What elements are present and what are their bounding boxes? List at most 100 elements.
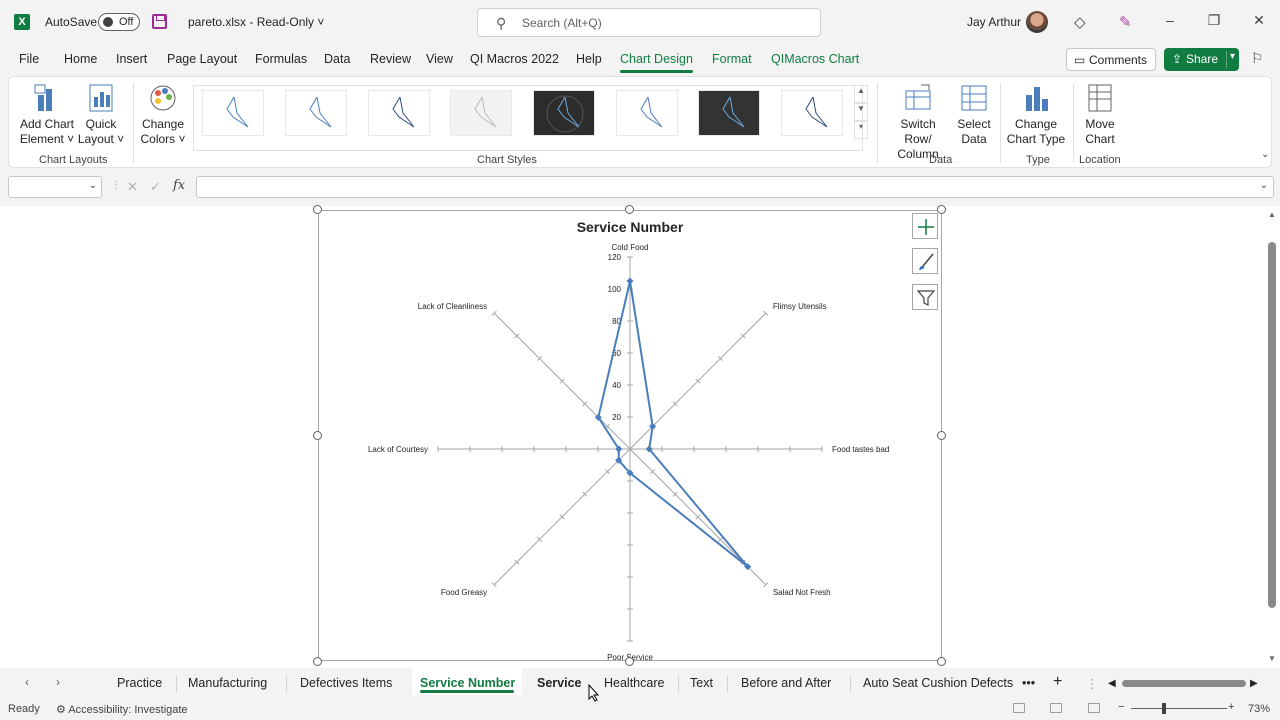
close-button[interactable]: ✕ xyxy=(1249,12,1269,29)
gallery-more-icon[interactable]: ▾ xyxy=(854,121,868,139)
zoom-slider[interactable] xyxy=(1131,708,1227,709)
chart-style-thumb[interactable] xyxy=(285,90,347,136)
resize-handle[interactable] xyxy=(313,205,322,214)
hscroll-right-icon[interactable]: ▶ xyxy=(1250,678,1258,689)
change-colors-label-1: Change xyxy=(141,117,185,131)
chart-style-thumb[interactable] xyxy=(698,90,760,136)
diamond-icon[interactable]: ◇ xyxy=(1074,13,1086,31)
tab-help[interactable]: Help xyxy=(576,52,602,66)
chevron-down-icon[interactable]: ⌄ xyxy=(1261,149,1269,160)
tab-view[interactable]: View xyxy=(426,52,453,66)
change-chart-type-button[interactable]: Change Chart Type xyxy=(1003,83,1069,147)
zoom-in-icon[interactable]: + xyxy=(1228,701,1234,713)
insert-function-icon[interactable]: fx xyxy=(173,178,185,193)
tab-formulas[interactable]: Formulas xyxy=(255,52,307,66)
chevron-down-icon[interactable]: ⌄ xyxy=(1260,180,1268,191)
change-colors-button[interactable]: Change Colors ˅ xyxy=(139,83,187,147)
sheet-tab-service[interactable]: Service xyxy=(537,676,581,690)
switch-row-column-button[interactable]: Switch Row/ Column xyxy=(885,83,951,162)
quick-layout-button[interactable]: Quick Layout ˅ xyxy=(77,83,125,147)
enter-icon[interactable]: ✓ xyxy=(150,179,161,195)
formula-bar-grip-icon: ⋮ xyxy=(111,180,121,191)
select-data-button[interactable]: Select Data xyxy=(953,83,995,147)
resize-handle[interactable] xyxy=(313,431,322,440)
horizontal-scroll-thumb[interactable] xyxy=(1122,680,1246,687)
move-chart-button[interactable]: Move Chart xyxy=(1077,83,1123,147)
document-title[interactable]: pareto.xlsx - Read-Only ˅ xyxy=(188,15,324,29)
group-separator xyxy=(133,83,134,163)
chart-elements-button[interactable] xyxy=(912,213,938,239)
chart-style-thumb[interactable] xyxy=(781,90,843,136)
hscroll-left-icon[interactable]: ◀ xyxy=(1108,678,1116,689)
resize-handle[interactable] xyxy=(937,657,946,666)
tab-insert[interactable]: Insert xyxy=(116,52,147,66)
tab-qimacros-chart[interactable]: QIMacros Chart xyxy=(771,52,859,66)
feedback-icon[interactable]: ⚐ xyxy=(1251,50,1264,67)
resize-handle[interactable] xyxy=(937,205,946,214)
save-icon[interactable] xyxy=(152,14,167,29)
share-button[interactable]: ⇪ Share ▾ xyxy=(1164,48,1239,71)
chart-style-thumb[interactable] xyxy=(368,90,430,136)
tab-review[interactable]: Review xyxy=(370,52,411,66)
normal-view-icon[interactable] xyxy=(1013,703,1025,713)
chart-style-thumb[interactable] xyxy=(202,90,264,136)
tab-file[interactable]: File xyxy=(19,52,39,66)
cancel-icon[interactable]: ✕ xyxy=(127,179,138,195)
sheet-tab-text[interactable]: Text xyxy=(690,676,713,690)
resize-handle[interactable] xyxy=(313,657,322,666)
chart-styles-button[interactable] xyxy=(912,248,938,274)
search-input[interactable]: ⚲ Search (Alt+Q) xyxy=(477,8,821,37)
scroll-down-icon[interactable]: ▼ xyxy=(1268,654,1276,663)
page-break-view-icon[interactable] xyxy=(1088,703,1100,713)
chevron-down-icon[interactable]: ⌄ xyxy=(89,180,97,191)
minimize-button[interactable]: – xyxy=(1160,12,1180,28)
zoom-out-icon[interactable]: − xyxy=(1118,701,1124,713)
scroll-up-icon[interactable]: ▲ xyxy=(1268,210,1276,219)
zoom-level[interactable]: 73% xyxy=(1248,703,1270,715)
chart-filters-button[interactable] xyxy=(912,284,938,310)
add-chart-element-button[interactable]: Add Chart Element ˅ xyxy=(19,83,75,147)
comments-button[interactable]: ▭ Comments xyxy=(1066,48,1156,71)
sheet-tab-defectives-items[interactable]: Defectives Items xyxy=(300,676,392,690)
user-name[interactable]: Jay Arthur xyxy=(967,15,1021,29)
share-dropdown-icon[interactable]: ▾ xyxy=(1226,51,1235,68)
restore-button[interactable]: ❐ xyxy=(1204,12,1224,29)
resize-handle[interactable] xyxy=(625,657,634,666)
tab-data[interactable]: Data xyxy=(324,52,350,66)
page-layout-view-icon[interactable] xyxy=(1050,703,1062,713)
sheet-tab-practice[interactable]: Practice xyxy=(117,676,162,690)
accessibility-status[interactable]: ⚙ Accessibility: Investigate xyxy=(56,703,188,716)
tab-home[interactable]: Home xyxy=(64,52,97,66)
avatar[interactable] xyxy=(1026,11,1048,33)
name-box[interactable]: ⌄ xyxy=(8,176,102,198)
resize-handle[interactable] xyxy=(937,431,946,440)
tab-chart-design[interactable]: Chart Design xyxy=(620,52,693,66)
radial-tick-label: 20 xyxy=(612,413,621,422)
vertical-scrollbar[interactable]: ▲ ▼ xyxy=(1266,206,1280,668)
resize-handle[interactable] xyxy=(625,205,634,214)
sheet-tab-healthcare[interactable]: Healthcare xyxy=(604,676,664,690)
autosave-toggle[interactable]: Off xyxy=(98,13,140,31)
sheet-tab-auto-seat-cushion-defects[interactable]: Auto Seat Cushion Defects xyxy=(863,676,1013,690)
formula-input[interactable]: ⌄ xyxy=(196,176,1274,198)
tab-qi-macros[interactable]: QI Macros 2022 xyxy=(470,52,559,66)
tab-page-layout[interactable]: Page Layout xyxy=(167,52,237,66)
tab-format[interactable]: Format xyxy=(712,52,752,66)
tab-splitter-icon[interactable]: ⋮ xyxy=(1086,676,1099,691)
sheet-tab-service-number[interactable]: Service Number xyxy=(420,676,515,690)
chart-style-thumb[interactable] xyxy=(616,90,678,136)
gallery-up-icon[interactable]: ▲ xyxy=(854,85,868,103)
category-label: Food Greasy xyxy=(441,588,487,597)
sheet-tab-manufacturing[interactable]: Manufacturing xyxy=(188,676,267,690)
chart-style-thumb[interactable] xyxy=(533,90,595,136)
chart-style-thumb[interactable] xyxy=(450,90,512,136)
sheet-tab-before-and-after[interactable]: Before and After xyxy=(741,676,831,690)
move-chart-icon xyxy=(1085,83,1115,113)
radar-chart[interactable]: Service Number Cold Food Flimsy Utensils Fo… xyxy=(318,210,942,662)
more-sheets-icon[interactable]: ••• xyxy=(1022,676,1035,690)
gallery-down-icon[interactable]: ▼ xyxy=(854,103,868,121)
scroll-thumb[interactable] xyxy=(1268,242,1276,608)
zoom-slider-knob[interactable] xyxy=(1162,703,1166,714)
add-sheet-icon[interactable]: + xyxy=(1053,673,1062,691)
pen-icon[interactable]: ✎ xyxy=(1119,13,1132,31)
